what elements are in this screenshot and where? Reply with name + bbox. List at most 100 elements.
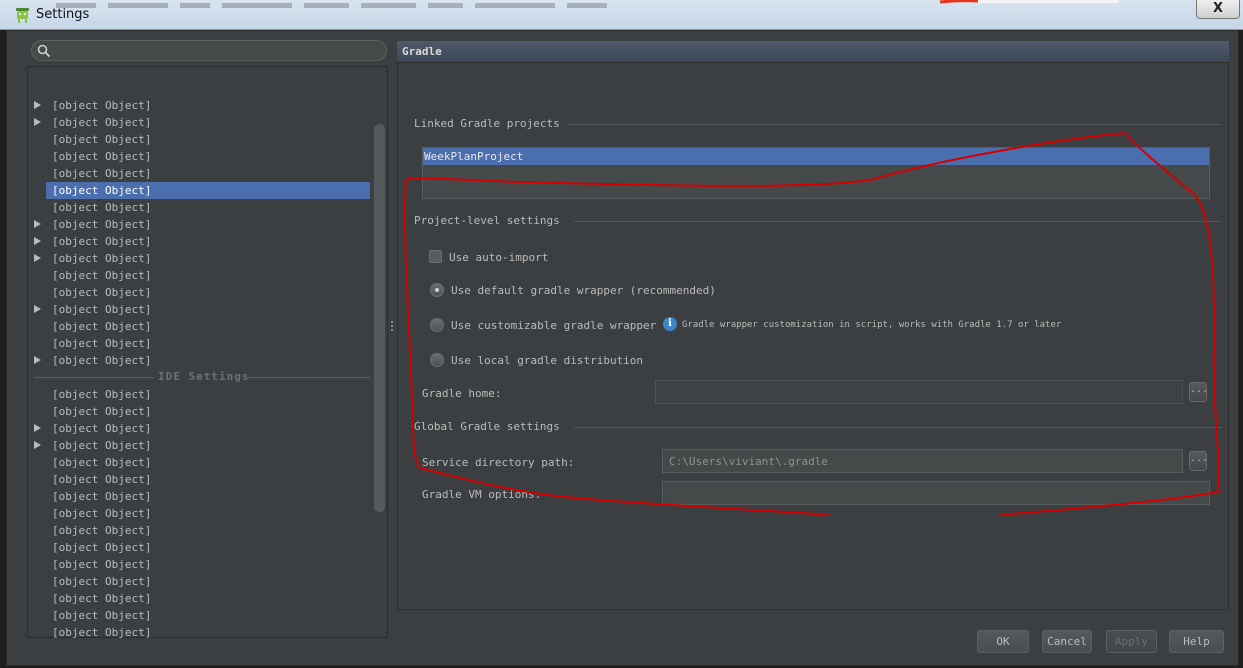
tree-item-label: [object Object] xyxy=(52,507,152,520)
linked-projects-label: Linked Gradle projects xyxy=(414,117,560,130)
tree-item-file-types[interactable]: [object Object] xyxy=(28,522,370,539)
tree-item-label: [object Object] xyxy=(52,99,152,112)
gradle-home-browse-button[interactable]: ... xyxy=(1189,382,1208,402)
expand-arrow-icon[interactable] xyxy=(34,101,41,109)
tree-item-label: [object Object] xyxy=(52,558,152,571)
tree-item-gant[interactable]: [object Object] xyxy=(28,165,370,182)
tree-item-spelling[interactable]: [object Object] xyxy=(28,284,370,301)
tree-item-editor[interactable]: [object Object] xyxy=(28,437,370,454)
red-annotation-streak xyxy=(939,0,1118,4)
default-wrapper-label: Use default gradle wrapper (recommended) xyxy=(451,284,716,297)
tree-item-maven[interactable]: [object Object] xyxy=(28,233,370,250)
tree-item-label: [object Object] xyxy=(52,218,152,231)
tree-item-file-encodings[interactable]: [object Object] xyxy=(28,148,370,165)
tree-item-template-data-languages[interactable]: [object Object] xyxy=(28,318,370,335)
tree-item-http-proxy[interactable]: [object Object] xyxy=(28,556,370,573)
service-dir-field[interactable]: C:\Users\viviant\.gradle xyxy=(662,449,1183,473)
gradle-settings-panel: Linked Gradle projects WeekPlanProject P… xyxy=(397,63,1229,610)
tree-item-label: [object Object] xyxy=(52,201,152,214)
tree-item-terminal[interactable]: [object Object] xyxy=(28,335,370,352)
expand-arrow-icon[interactable] xyxy=(34,424,41,432)
ide-settings-separator: IDE Settings xyxy=(28,370,370,384)
expand-arrow-icon[interactable] xyxy=(34,220,41,228)
tree-item-copyright[interactable]: [object Object] xyxy=(28,114,370,131)
tree-item-label: [object Object] xyxy=(52,490,152,503)
vm-options-label: Gradle VM options: xyxy=(422,488,542,501)
project-name: WeekPlanProject xyxy=(424,150,524,163)
customizable-wrapper-radio[interactable] xyxy=(430,318,444,332)
expand-arrow-icon[interactable] xyxy=(34,305,41,313)
global-settings-label: Global Gradle settings xyxy=(414,420,560,433)
tree-item-label: [object Object] xyxy=(52,592,152,605)
ok-button[interactable]: OK xyxy=(977,630,1029,653)
default-wrapper-radio[interactable] xyxy=(430,283,444,297)
title-bar: Settings X xyxy=(0,0,1243,30)
gradle-home-label: Gradle home: xyxy=(422,387,502,400)
tree-item-label: [object Object] xyxy=(52,184,152,197)
auto-import-label: Use auto-import xyxy=(449,251,549,264)
tree-item-gradle[interactable]: [object Object] xyxy=(46,182,370,199)
tree-item-debugger[interactable]: [object Object] xyxy=(28,420,370,437)
local-distribution-label: Use local gradle distribution xyxy=(451,354,644,367)
apply-button[interactable]: Apply xyxy=(1106,630,1157,653)
search-icon xyxy=(37,44,51,58)
tree-item-general[interactable]: [object Object] xyxy=(28,539,370,556)
customizable-wrapper-label: Use customizable gradle wrapper xyxy=(451,319,657,332)
expand-arrow-icon[interactable] xyxy=(34,441,41,449)
background-window-text xyxy=(50,0,950,10)
tree-item-label: [object Object] xyxy=(52,133,152,146)
tree-item-appearance[interactable]: [object Object] xyxy=(28,386,370,403)
expand-arrow-icon[interactable] xyxy=(34,118,41,126)
tree-item-external-diff-tools[interactable]: [object Object] xyxy=(28,471,370,488)
help-button[interactable]: Help xyxy=(1169,630,1224,653)
tree-item-label: [object Object] xyxy=(52,252,152,265)
tree-item-schemas-and-dtds[interactable]: [object Object] xyxy=(28,250,370,267)
info-icon: i xyxy=(663,317,677,331)
expand-arrow-icon[interactable] xyxy=(34,237,41,245)
settings-dialog: IDE Settings [object Object] [object Obje… xyxy=(6,30,1239,666)
gradle-home-field[interactable] xyxy=(655,380,1183,404)
tree-item-javafx[interactable]: [object Object] xyxy=(28,607,370,624)
tree-item-keymap[interactable]: [object Object] xyxy=(28,624,370,641)
tree-item-language-injections[interactable]: [object Object] xyxy=(28,216,370,233)
tree-item-external-tools[interactable]: [object Object] xyxy=(28,488,370,505)
tree-item-label: [object Object] xyxy=(52,150,152,163)
window-title: Settings xyxy=(36,7,90,22)
search-field[interactable] xyxy=(31,40,387,61)
project-level-header: Project-level settings xyxy=(414,214,1222,228)
linked-projects-list[interactable]: WeekPlanProject xyxy=(422,147,1210,199)
tree-item-label: [object Object] xyxy=(52,456,152,469)
expand-arrow-icon[interactable] xyxy=(34,254,41,262)
tree-item-label: [object Object] xyxy=(52,422,152,435)
tree-item-scopes[interactable]: [object Object] xyxy=(28,267,370,284)
auto-import-checkbox[interactable] xyxy=(429,250,442,263)
tree-item-emmet-zen-coding[interactable]: [object Object] xyxy=(28,454,370,471)
tree-item-tasks[interactable]: [object Object] xyxy=(28,301,370,318)
tree-item-file-colors[interactable]: [object Object] xyxy=(28,131,370,148)
tree-item-console-folding[interactable]: [object Object] xyxy=(28,403,370,420)
tree-item-label: [object Object] xyxy=(52,337,152,350)
vm-options-field[interactable] xyxy=(662,481,1210,505)
tree-item-label: [object Object] xyxy=(52,303,152,316)
tree-item-label: [object Object] xyxy=(52,235,152,248)
local-distribution-radio[interactable] xyxy=(430,353,444,367)
tree-item-label: [object Object] xyxy=(52,269,152,282)
splitter-handle[interactable] xyxy=(390,321,394,335)
panel-header: Gradle xyxy=(397,41,1229,63)
service-dir-browse-button[interactable]: ... xyxy=(1189,451,1208,471)
close-button[interactable]: X xyxy=(1196,0,1240,19)
project-row[interactable]: WeekPlanProject xyxy=(423,148,1209,165)
tree-item-inspections[interactable]: [object Object] xyxy=(28,199,370,216)
settings-window: Settings X IDE Settings [object Object] [… xyxy=(0,0,1243,668)
tree-item-compiler[interactable]: [object Object] xyxy=(28,97,370,114)
tree-item-version-control[interactable]: [object Object] xyxy=(28,352,370,369)
settings-tree: IDE Settings [object Object] [object Obje… xyxy=(27,66,388,641)
tree-item-images[interactable]: [object Object] xyxy=(28,573,370,590)
tree-item-intentions[interactable]: [object Object] xyxy=(28,590,370,607)
wrapper-hint: Gradle wrapper customization in script, … xyxy=(682,320,1062,330)
tree-item-file-and-code-templates[interactable]: [object Object] xyxy=(28,505,370,522)
cancel-button[interactable]: Cancel xyxy=(1042,630,1092,653)
expand-arrow-icon[interactable] xyxy=(34,356,41,364)
tree-scrollbar[interactable] xyxy=(374,124,385,512)
linked-projects-header: Linked Gradle projects xyxy=(414,117,1222,131)
